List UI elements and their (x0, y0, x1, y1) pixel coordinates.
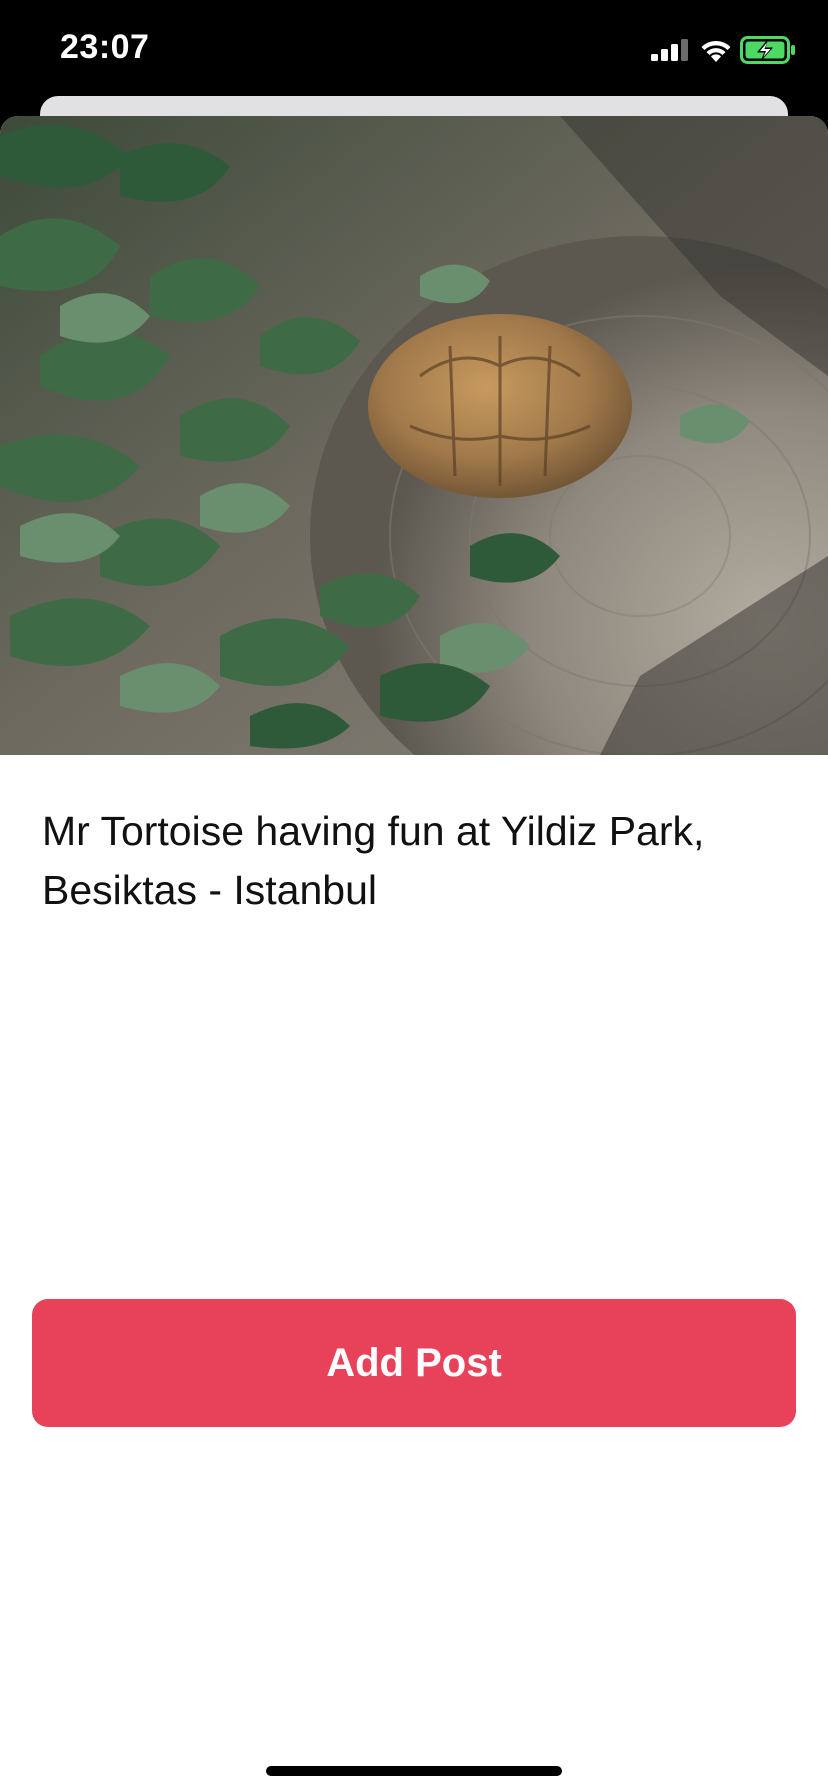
add-post-button[interactable]: Add Post (32, 1299, 796, 1427)
tortoise-photo (0, 116, 828, 755)
post-caption: Mr Tortoise having fun at Yildiz Park, B… (42, 808, 705, 913)
screen: 23:07 Mr Tortoise having fun at Yildiz P… (0, 0, 828, 1792)
battery-charging-icon (740, 36, 795, 64)
wifi-icon (701, 40, 731, 62)
signal-icon (651, 39, 688, 61)
status-bar: 23:07 (0, 0, 828, 100)
status-time: 23:07 (60, 28, 150, 66)
home-indicator[interactable] (266, 1766, 562, 1776)
new-post-sheet: Mr Tortoise having fun at Yildiz Park, B… (0, 116, 828, 1792)
